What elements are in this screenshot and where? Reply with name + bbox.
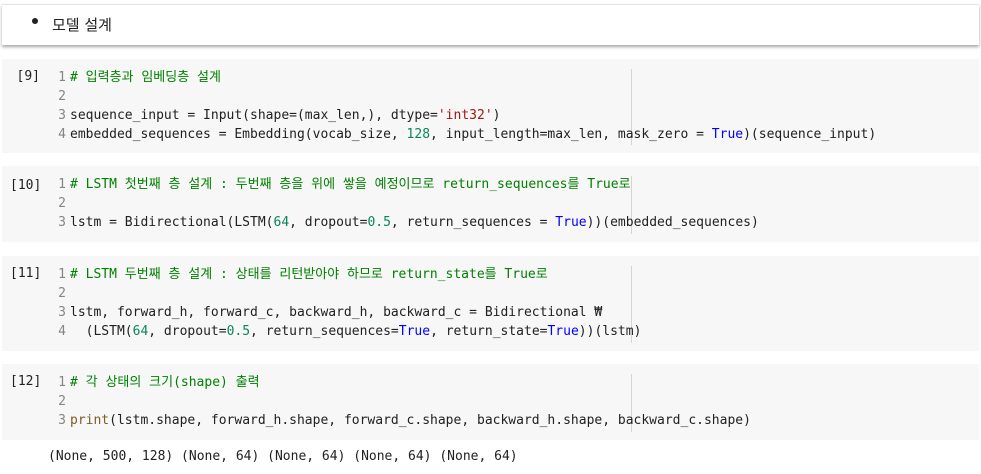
code-number: 128 xyxy=(406,127,431,142)
code-comment: # LSTM 첫번째 층 설계 : 두번째 층을 위에 쌓을 예정이므로 ret… xyxy=(70,177,631,192)
code-string: 'int32' xyxy=(437,108,493,123)
code-editor[interactable]: 1 # LSTM 두번째 층 설계 : 상태를 리턴받아야 하므로 return_… xyxy=(52,265,979,341)
code-line: 2 xyxy=(52,284,979,303)
code-line: 1 # LSTM 두번째 층 설계 : 상태를 리턴받아야 하므로 return_… xyxy=(52,265,979,284)
code-line: 3 lstm, forward_h, forward_c, backward_h,… xyxy=(52,303,979,322)
code-line: 1 # LSTM 첫번째 층 설계 : 두번째 층을 위에 쌓을 예정이므로 re… xyxy=(52,175,979,194)
code-text: , return_sequences = xyxy=(390,215,556,230)
line-number: 4 xyxy=(58,324,66,339)
code-line: 1 # 입력층과 임베딩층 설계 xyxy=(52,68,979,87)
line-number: 2 xyxy=(58,286,66,301)
code-text: , return_sequences= xyxy=(250,324,399,339)
code-text: , return_state= xyxy=(430,324,548,339)
cell-output: (None, 500, 128) (None, 64) (None, 64) (… xyxy=(48,449,518,464)
code-text: (LSTM( xyxy=(70,324,133,339)
code-text: embedded_sequences = Embedding(vocab_siz… xyxy=(70,127,407,142)
code-text: , dropout= xyxy=(289,215,368,230)
code-text: sequence_input = Input(shape=(max_len,),… xyxy=(70,108,438,123)
execution-count: [10] xyxy=(10,178,42,193)
code-line: 2 xyxy=(52,87,979,106)
execution-count: [9] xyxy=(16,69,40,84)
execution-count: [11] xyxy=(10,266,42,281)
code-number: 64 xyxy=(273,215,290,230)
code-editor[interactable]: 1 # LSTM 첫번째 층 설계 : 두번째 층을 위에 쌓을 예정이므로 re… xyxy=(52,175,979,232)
code-line: 3 lstm = Bidirectional(LSTM(64, dropout=0… xyxy=(52,213,979,232)
code-cell-10[interactable]: [10] 1 # LSTM 첫번째 층 설계 : 두번째 층을 위에 쌓을 예정이… xyxy=(2,166,979,242)
line-number: 1 xyxy=(58,177,66,192)
code-comment: # 입력층과 임베딩층 설계 xyxy=(70,70,221,85)
code-text: lstm, forward_h, forward_c, backward_h, … xyxy=(70,305,603,320)
code-text: lstm = Bidirectional(LSTM( xyxy=(70,215,274,230)
code-keyword: True xyxy=(555,215,587,230)
code-number: 0.5 xyxy=(226,324,251,339)
code-editor[interactable]: 1 # 입력층과 임베딩층 설계 2 3 sequence_input = Inpu… xyxy=(52,68,979,144)
code-line: 2 xyxy=(52,392,979,411)
markdown-bullet-text: 모델 설계 xyxy=(52,16,112,34)
line-number: 2 xyxy=(58,89,66,104)
line-number: 1 xyxy=(58,70,66,85)
line-number: 3 xyxy=(58,305,66,320)
code-text: ))(lstm) xyxy=(578,324,642,339)
line-number: 3 xyxy=(58,108,66,123)
code-text: , dropout= xyxy=(148,324,227,339)
line-number: 3 xyxy=(58,215,66,230)
line-number: 3 xyxy=(58,413,66,428)
code-comment: # 각 상태의 크기(shape) 출력 xyxy=(70,375,260,390)
code-number: 0.5 xyxy=(367,215,391,230)
code-text: , input_length=max_len, mask_zero = xyxy=(430,127,712,142)
code-editor[interactable]: 1 # 각 상태의 크기(shape) 출력 2 3 print(lstm.shap… xyxy=(52,373,979,430)
code-keyword: True xyxy=(711,127,744,142)
code-text: ) xyxy=(492,108,501,123)
code-function: print xyxy=(70,413,110,428)
line-number: 1 xyxy=(58,375,66,390)
code-cell-9[interactable]: [9] 1 # 입력층과 임베딩층 설계 2 3 sequence_input = … xyxy=(2,59,979,153)
code-line: 3 sequence_input = Input(shape=(max_len,)… xyxy=(52,106,979,125)
bullet-point xyxy=(32,18,38,24)
code-text: )(sequence_input) xyxy=(743,127,877,142)
code-line: 4 embedded_sequences = Embedding(vocab_si… xyxy=(52,125,979,144)
line-number: 4 xyxy=(58,127,66,142)
code-text: ))(embedded_sequences) xyxy=(586,215,759,230)
code-cell-11[interactable]: [11] 1 # LSTM 두번째 층 설계 : 상태를 리턴받아야 하므로 re… xyxy=(2,256,979,351)
line-number: 2 xyxy=(58,394,66,409)
code-line: 3 print(lstm.shape, forward_h.shape, forw… xyxy=(52,411,979,430)
code-line: 2 xyxy=(52,194,979,213)
code-line: 4 (LSTM(64, dropout=0.5, return_sequence… xyxy=(52,322,979,341)
code-text: (lstm.shape, forward_h.shape, forward_c.… xyxy=(109,413,751,428)
code-number: 64 xyxy=(132,324,149,339)
code-line: 1 # 각 상태의 크기(shape) 출력 xyxy=(52,373,979,392)
execution-count: [12] xyxy=(10,374,42,389)
code-keyword: True xyxy=(398,324,431,339)
line-number: 1 xyxy=(58,267,66,282)
markdown-cell[interactable]: 모델 설계 xyxy=(2,4,979,45)
line-number: 2 xyxy=(58,196,66,211)
code-keyword: True xyxy=(547,324,579,339)
code-comment: # LSTM 두번째 층 설계 : 상태를 리턴받아야 하므로 return_s… xyxy=(70,267,548,282)
code-cell-12[interactable]: [12] 1 # 각 상태의 크기(shape) 출력 2 3 print(lstm… xyxy=(2,364,979,440)
